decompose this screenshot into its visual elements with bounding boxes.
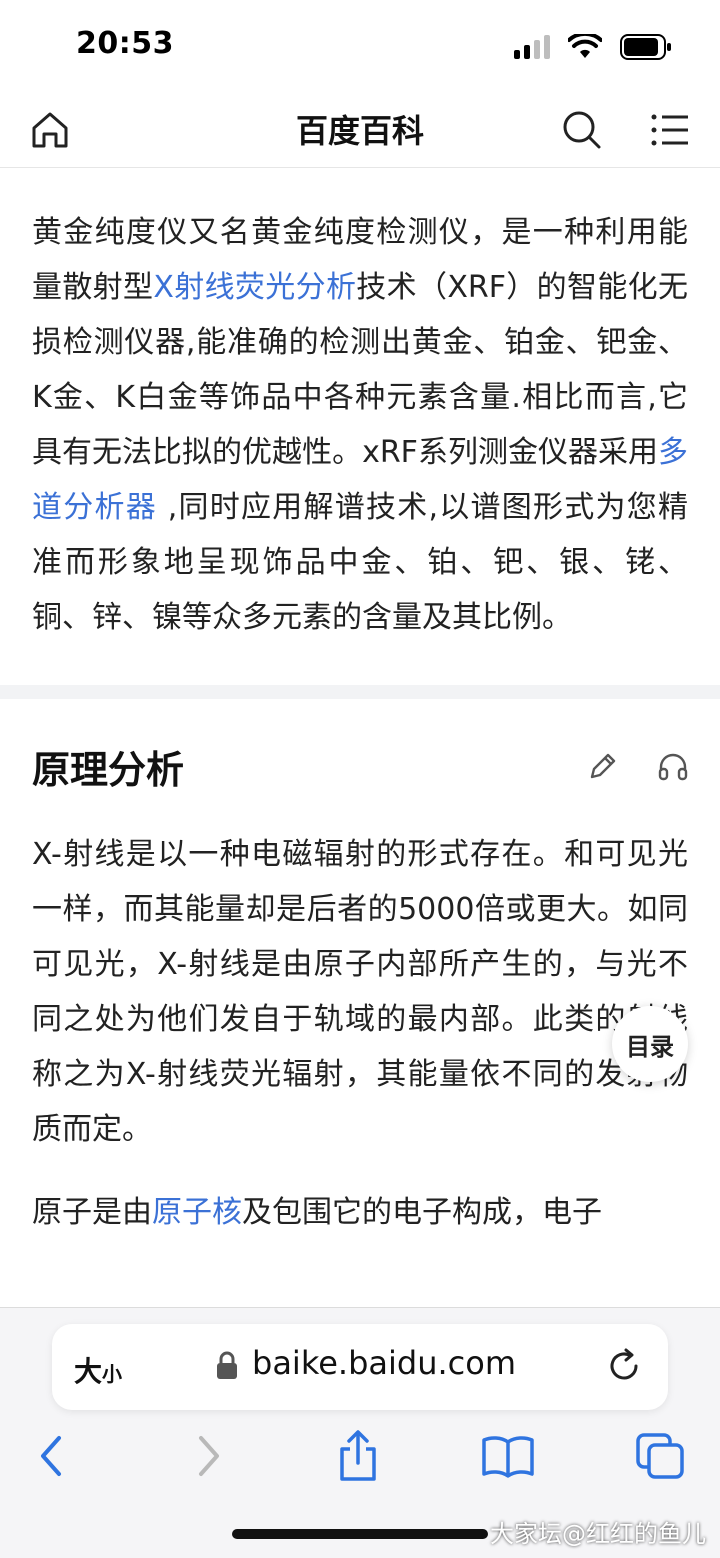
section-title: 原理分析 <box>32 748 185 792</box>
search-icon <box>563 111 601 149</box>
back-button[interactable] <box>22 1426 82 1486</box>
tabs-button[interactable] <box>630 1426 690 1486</box>
page: 20:53 百度百科 黄金纯度仪又名黄金纯度检测仪，是一种利用能量散射型X射线荧… <box>0 0 720 1558</box>
status-icons <box>514 34 672 60</box>
bookmarks-button[interactable] <box>478 1426 538 1486</box>
tabs-icon <box>636 1433 684 1479</box>
section-body: X-射线是以一种电磁辐射的形式存在。和可见光一样，而其能量却是后者的5000倍或… <box>0 827 720 1240</box>
link-nucleus[interactable]: 原子核 <box>152 1195 242 1230</box>
toolbar-row <box>0 1426 720 1496</box>
toc-button[interactable]: 目录 <box>612 1006 688 1082</box>
chevron-right-icon <box>199 1436 219 1476</box>
address-bar[interactable]: 大小 baike.baidu.com <box>52 1324 668 1410</box>
url-text: baike.baidu.com <box>252 1344 516 1382</box>
search-button[interactable] <box>554 102 610 158</box>
intro-block: 黄金纯度仪又名黄金纯度检测仪，是一种利用能量散射型X射线荧光分析技术（XRF）的… <box>0 169 720 645</box>
nav-bar: 百度百科 <box>0 92 720 168</box>
home-indicator <box>232 1529 488 1539</box>
status-bar: 20:53 <box>0 0 720 92</box>
page-title: 百度百科 <box>295 112 424 150</box>
signal-icon <box>514 35 550 59</box>
reload-icon[interactable] <box>604 1346 644 1386</box>
chevron-left-icon <box>41 1436 61 1476</box>
watermark: 大家坛@红红的鱼儿 <box>490 1520 706 1548</box>
menu-button[interactable] <box>642 102 698 158</box>
section-header: 原理分析 <box>0 699 720 827</box>
share-icon <box>340 1430 376 1481</box>
section-paragraph-2: 原子是由原子核及包围它的电子构成，电子 <box>32 1195 602 1230</box>
book-icon <box>482 1436 534 1478</box>
battery-icon <box>620 34 671 60</box>
article-content: 黄金纯度仪又名黄金纯度检测仪，是一种利用能量散射型X射线荧光分析技术（XRF）的… <box>0 169 720 1309</box>
wifi-icon <box>568 34 602 58</box>
text-size-button[interactable]: 大小 <box>74 1350 122 1390</box>
menu-icon <box>651 114 688 146</box>
section-paragraph-1: X-射线是以一种电磁辐射的形式存在。和可见光一样，而其能量却是后者的5000倍或… <box>32 837 688 1147</box>
pencil-icon[interactable] <box>586 749 620 783</box>
status-time: 20:53 <box>76 26 174 61</box>
link-xrf[interactable]: X射线荧光分析 <box>153 270 356 305</box>
share-button[interactable] <box>328 1426 388 1486</box>
intro-paragraph: 黄金纯度仪又名黄金纯度检测仪，是一种利用能量散射型X射线荧光分析技术（XRF）的… <box>32 215 689 635</box>
forward-button[interactable] <box>178 1426 238 1486</box>
headphones-icon[interactable] <box>656 749 690 783</box>
lock-icon <box>217 1351 237 1379</box>
section-divider <box>0 685 720 699</box>
